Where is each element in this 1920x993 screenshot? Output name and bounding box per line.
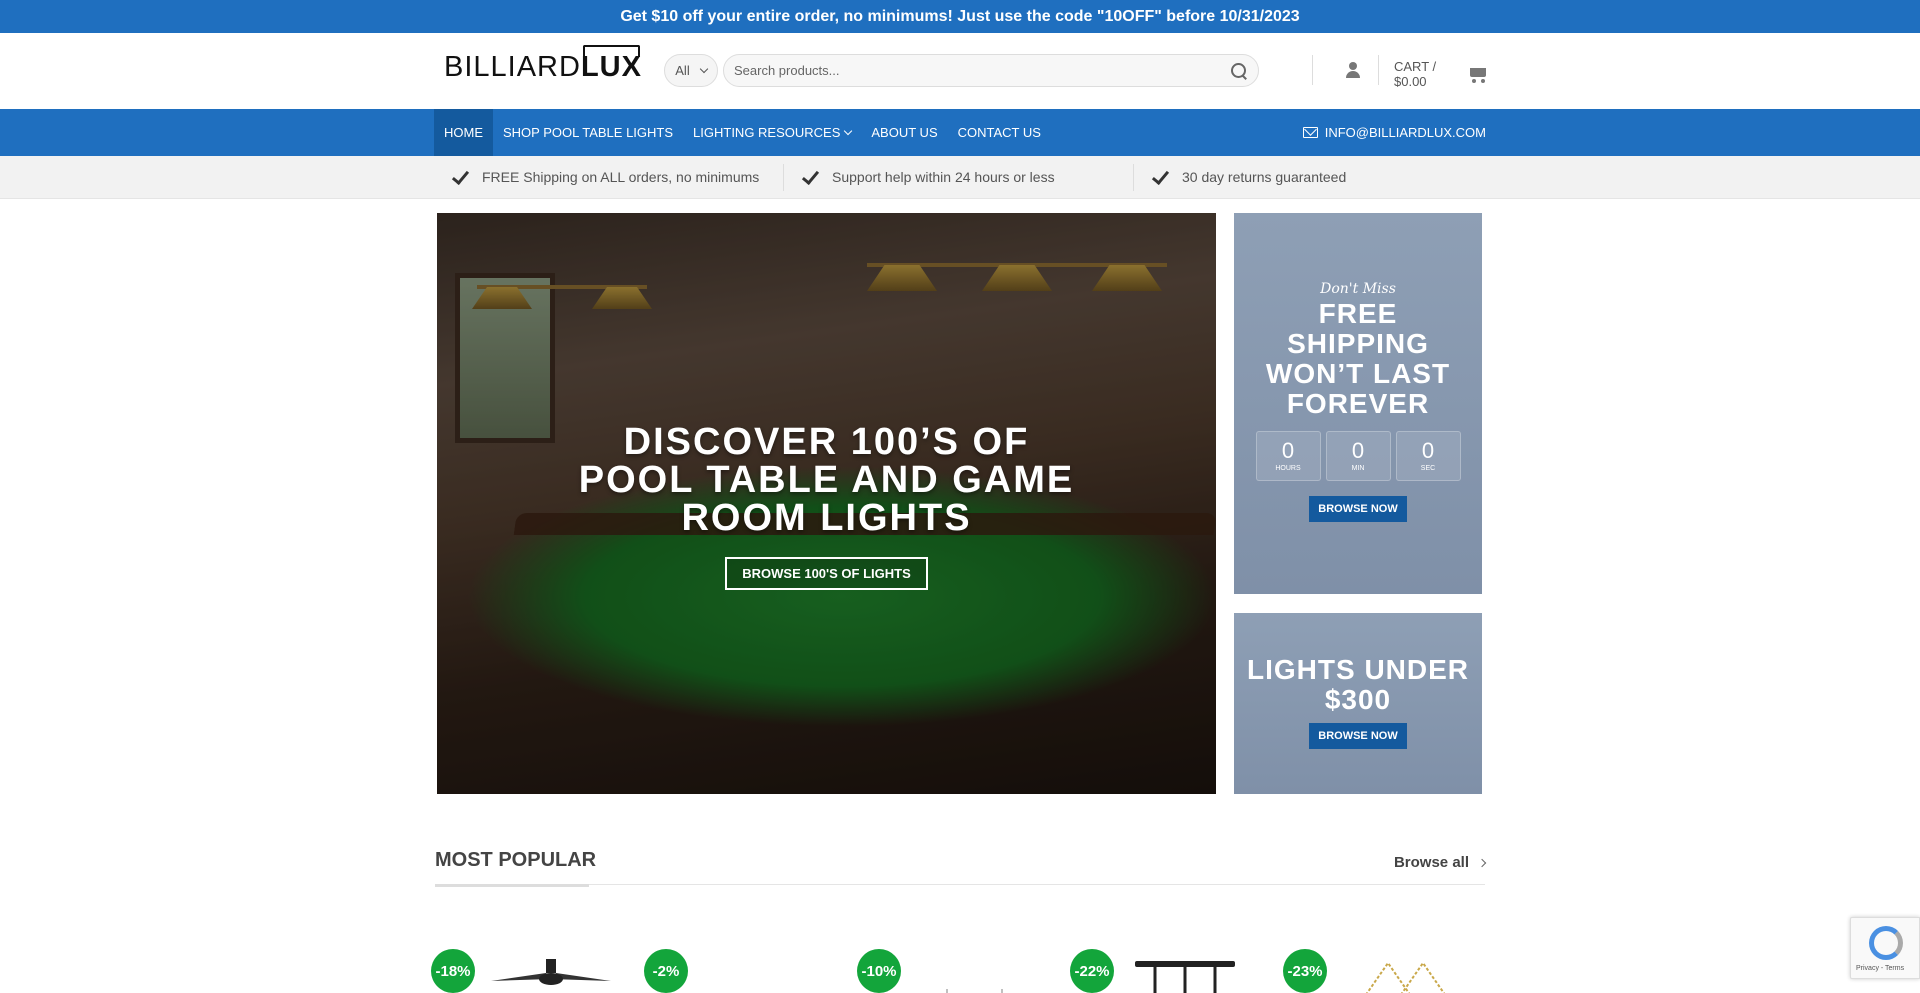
recaptcha-text[interactable]: Privacy - Terms (1856, 965, 1904, 972)
category-select[interactable]: All (664, 54, 718, 87)
product-image-ceiling-fan (491, 959, 611, 985)
browse-lights-button[interactable]: BROWSE 100'S OF LIGHTS (725, 557, 928, 590)
check-icon (802, 170, 816, 184)
nav-email-link[interactable]: INFO@BILLIARDLUX.COM (1302, 109, 1486, 156)
chevron-down-icon (699, 64, 708, 74)
most-popular-header: MOST POPULAR Browse all (435, 845, 1487, 887)
category-selected-value: All (675, 63, 690, 78)
search-icon[interactable] (1230, 62, 1248, 80)
promo-script-text: Don't Miss (1320, 281, 1396, 297)
mail-icon (1302, 127, 1318, 138)
usp-text: 30 day returns guaranteed (1182, 169, 1347, 185)
countdown-value: 0 (1281, 438, 1295, 463)
countdown-seconds: 0 SEC (1395, 431, 1461, 481)
product-card[interactable]: -18% (431, 949, 631, 993)
usp-item-returns: 30 day returns guaranteed (1134, 164, 1484, 191)
cart-icon (1467, 65, 1486, 83)
usp-bar: FREE Shipping on ALL orders, no minimums… (0, 156, 1920, 199)
usp-item-shipping: FREE Shipping on ALL orders, no minimums (434, 163, 784, 191)
discount-badge: -22% (1070, 949, 1114, 993)
countdown-timer: 0 HOURS 0 MIN 0 SEC (1234, 431, 1482, 481)
nav-item-label: ABOUT US (871, 125, 938, 140)
countdown-value: 0 (1351, 438, 1365, 463)
product-card[interactable]: -2% (644, 949, 844, 993)
account-icon[interactable] (1344, 61, 1362, 79)
nav-item-label: SHOP POOL TABLE LIGHTS (503, 125, 674, 140)
discount-badge: -10% (857, 949, 901, 993)
discount-badge: -18% (431, 949, 475, 993)
product-image-billiard-light-bar (1135, 961, 1235, 993)
hero-title: DISCOVER 100’S OF POOL TABLE AND GAME RO… (578, 421, 1075, 539)
header-divider (1378, 55, 1379, 85)
promo-title: FREE SHIPPING WON’T LAST FOREVER (1265, 298, 1451, 419)
usp-text: Support help within 24 hours or less (832, 169, 1055, 185)
discount-badge: -23% (1283, 949, 1327, 993)
countdown-label: HOURS (1275, 465, 1301, 472)
browse-all-link[interactable]: Browse all (1393, 854, 1487, 871)
countdown-minutes: 0 MIN (1325, 431, 1391, 481)
header-divider (1312, 55, 1313, 85)
nav-item-lighting-resources[interactable]: LIGHTING RESOURCES (683, 109, 861, 156)
recaptcha-icon (1869, 926, 1903, 960)
nav-item-label: CONTACT US (957, 125, 1041, 140)
check-icon (452, 170, 466, 184)
browse-now-button[interactable]: BROWSE NOW (1309, 723, 1407, 749)
browse-all-label: Browse all (1393, 854, 1469, 871)
nav-item-home[interactable]: HOME (434, 109, 493, 156)
logo-text-lux: LUX (580, 51, 642, 83)
chevron-right-icon (1477, 858, 1487, 867)
usp-text: FREE Shipping on ALL orders, no minimums (482, 169, 760, 185)
countdown-label: SEC (1420, 465, 1436, 472)
countdown-label: MIN (1351, 465, 1365, 472)
main-nav: HOME SHOP POOL TABLE LIGHTS LIGHTING RES… (0, 109, 1920, 156)
product-row: -18% -2% -10% -22% -23% (431, 949, 1491, 993)
recaptcha-badge[interactable]: Privacy - Terms (1850, 917, 1920, 979)
section-title: MOST POPULAR (435, 849, 597, 887)
product-image-hanging-light (946, 989, 1003, 993)
search-input[interactable] (734, 63, 1230, 78)
nav-item-label: HOME (444, 125, 483, 140)
countdown-value: 0 (1421, 438, 1435, 463)
cart-label: CART / $0.00 (1394, 59, 1437, 89)
hero-banner[interactable]: DISCOVER 100’S OF POOL TABLE AND GAME RO… (437, 213, 1216, 794)
nav-item-shop-pool-table-lights[interactable]: SHOP POOL TABLE LIGHTS (493, 109, 683, 156)
search-bar (723, 54, 1259, 87)
chevron-down-icon (844, 126, 853, 136)
product-card[interactable]: -10% (857, 949, 1057, 993)
nav-item-contact-us[interactable]: CONTACT US (948, 109, 1051, 156)
usp-item-support: Support help within 24 hours or less (784, 163, 1134, 191)
lights-under-300-promo[interactable]: LIGHTS UNDER $300 BROWSE NOW (1234, 613, 1482, 794)
countdown-hours: 0 HOURS (1255, 431, 1321, 481)
cart-link[interactable]: CART / $0.00 (1394, 59, 1486, 89)
promo-title: LIGHTS UNDER $300 (1247, 654, 1469, 715)
hero-content: DISCOVER 100’S OF POOL TABLE AND GAME RO… (437, 423, 1216, 590)
product-image-chain-light (1365, 961, 1446, 993)
site-header: BILLIARDLUX All CART / $0.00 (0, 33, 1920, 109)
site-logo[interactable]: BILLIARDLUX (444, 51, 642, 84)
logo-text-billiard: BILLIARD (444, 51, 581, 83)
promo-text: Get $10 off your entire order, no minimu… (620, 7, 1300, 25)
promo-bar: Get $10 off your entire order, no minimu… (0, 0, 1920, 33)
discount-badge: -2% (644, 949, 688, 993)
nav-item-about-us[interactable]: ABOUT US (861, 109, 947, 156)
nav-item-label: LIGHTING RESOURCES (693, 125, 841, 140)
check-icon (1152, 170, 1166, 184)
free-shipping-promo[interactable]: Don't Miss FREE SHIPPING WON’T LAST FORE… (1234, 213, 1482, 594)
nav-email-label: INFO@BILLIARDLUX.COM (1324, 125, 1486, 140)
product-card[interactable]: -23% (1283, 949, 1483, 993)
browse-now-button[interactable]: BROWSE NOW (1309, 496, 1407, 522)
product-card[interactable]: -22% (1070, 949, 1270, 993)
product-image-pendant-light (704, 959, 824, 993)
